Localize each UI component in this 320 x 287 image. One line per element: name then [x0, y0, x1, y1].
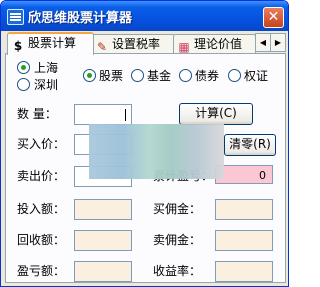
sell-commission-label: 卖佣金： — [153, 233, 202, 247]
type-warrant-label: 权证 — [244, 69, 269, 83]
type-fund-label: 基金 — [147, 69, 172, 83]
tab-scroll-buttons: ◀ ▶ — [255, 33, 286, 52]
sell-price-label: 卖出价： — [17, 169, 66, 183]
market-shenzhen-radio[interactable] — [17, 78, 30, 91]
tab-scroll-left-button[interactable]: ◀ — [255, 33, 271, 52]
type-warrant-radio[interactable] — [228, 69, 241, 82]
buy-commission-label: 买佣金： — [153, 202, 202, 216]
investment-label: 投入额： — [17, 202, 66, 216]
tab-label: 理论价值 — [194, 37, 243, 51]
type-bond-radio[interactable] — [179, 69, 192, 82]
type-fund-radio[interactable] — [131, 69, 144, 82]
tab-label: 设置税率 — [112, 37, 161, 51]
type-stock-label: 股票 — [99, 69, 124, 83]
market-shanghai-label: 上海 — [34, 61, 59, 75]
type-bond-label: 债券 — [195, 69, 220, 83]
title-bar[interactable]: 欣思维股票计算器 ✕ — [1, 1, 288, 31]
stock-calc-panel: 上海 深圳 股票 基金 债券 权证 数 量： 计算(C) 买入价： 清零(R) … — [5, 53, 286, 283]
tab-theoretical-value[interactable]: ▦ 理论价值 — [173, 34, 256, 54]
market-shanghai-radio[interactable] — [17, 61, 30, 74]
calculator-window: 欣思维股票计算器 ✕ $ 股票计算 ✎ 设置税率 ▦ 理论价值 ◀ ▶ 上海 深圳 股… — [0, 0, 289, 287]
yield-label: 收益率： — [153, 264, 202, 278]
investment-field — [74, 199, 132, 220]
recovery-label: 回收额： — [17, 233, 66, 247]
profit-loss-field — [74, 261, 132, 282]
app-icon — [7, 9, 24, 25]
tab-label: 股票计算 — [28, 36, 77, 50]
text-caret — [125, 109, 126, 121]
market-shenzhen-label: 深圳 — [34, 78, 59, 92]
book-icon: ✎ — [96, 40, 108, 54]
buy-price-label: 买入价： — [17, 137, 66, 151]
tab-stock-calc[interactable]: $ 股票计算 — [7, 32, 94, 55]
tab-bar: $ 股票计算 ✎ 设置税率 ▦ 理论价值 ◀ ▶ — [5, 32, 286, 55]
tab-scroll-right-button[interactable]: ▶ — [270, 33, 286, 52]
quantity-label: 数 量： — [17, 107, 57, 121]
sell-commission-field — [215, 230, 273, 251]
dollar-icon: $ — [13, 39, 23, 53]
recovery-field — [74, 230, 132, 251]
type-stock-radio[interactable] — [83, 69, 96, 82]
blurred-overlay — [89, 124, 224, 179]
close-button[interactable]: ✕ — [263, 7, 284, 28]
calculate-button[interactable]: 计算(C) — [179, 103, 253, 125]
tab-tax-settings[interactable]: ✎ 设置税率 — [91, 34, 176, 54]
window-title: 欣思维股票计算器 — [28, 11, 133, 26]
yield-field — [215, 261, 273, 282]
buy-commission-field — [215, 199, 273, 220]
grid-icon: ▦ — [178, 40, 190, 54]
profit-loss-label: 盈亏额： — [17, 264, 66, 278]
quantity-input[interactable] — [74, 104, 132, 125]
clear-button[interactable]: 清零(R) — [224, 134, 276, 156]
